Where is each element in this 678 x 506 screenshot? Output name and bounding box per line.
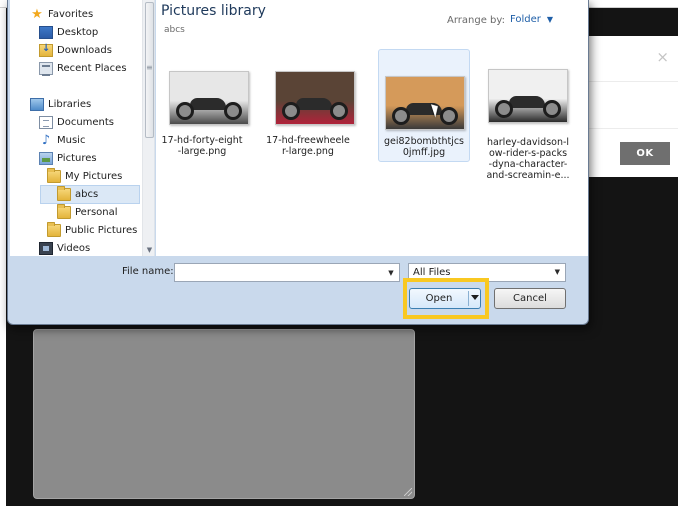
arrange-by-value: Folder (510, 14, 541, 25)
motorcycle-shape (509, 96, 545, 108)
modal-close-icon[interactable]: × (656, 48, 669, 66)
wheel-shape (495, 100, 513, 118)
scroll-down-icon[interactable]: ▼ (145, 245, 154, 255)
image-thumbnail (488, 69, 568, 123)
chevron-down-icon: ▼ (554, 268, 560, 276)
open-button-label: Open (425, 293, 453, 304)
nav-item-music[interactable]: ♪ Music (39, 132, 86, 149)
modal-divider (580, 81, 678, 82)
folder-icon (47, 168, 61, 183)
open-button[interactable]: Open (409, 288, 481, 309)
nav-item-label: Recent Places (57, 63, 127, 74)
folder-icon (57, 186, 71, 201)
arrange-by-dropdown[interactable]: Folder ▼ (510, 14, 553, 25)
wheel-shape (176, 102, 194, 120)
nav-item-label: abcs (75, 189, 99, 200)
nav-item-label: Pictures (57, 153, 97, 164)
desktop-icon (39, 26, 53, 39)
open-options-chevron-icon[interactable] (471, 295, 479, 300)
navigation-pane[interactable]: ★ Favorites Desktop Downloads Recent Pla… (10, 0, 155, 256)
nav-item-downloads[interactable]: Downloads (39, 42, 112, 59)
file-list-pane[interactable]: Pictures library abcs Arrange by: Folder… (156, 0, 588, 256)
wheel-shape (224, 102, 242, 120)
motorcycle-shape (296, 98, 332, 110)
videos-icon (39, 242, 53, 255)
music-icon: ♪ (41, 133, 51, 148)
libraries-icon (30, 98, 44, 111)
wheel-shape (282, 102, 300, 120)
file-name-input[interactable] (174, 263, 400, 282)
chevron-down-icon: ▼ (546, 15, 554, 24)
upload-textarea[interactable] (33, 329, 415, 499)
file-name-label: File name: (122, 266, 174, 277)
file-item[interactable]: 17-hd-freewheele r-large.png (262, 51, 355, 187)
folder-icon (57, 204, 71, 219)
nav-item-libraries[interactable]: Libraries (30, 96, 91, 113)
file-type-value: All Files (413, 267, 451, 278)
cancel-button[interactable]: Cancel (494, 288, 566, 309)
file-name: harley-davidson-l ow-rider-s-packs -dyna… (486, 137, 570, 181)
nav-scrollbar[interactable]: ▼ (142, 0, 154, 256)
split-divider (468, 291, 469, 306)
nav-item-desktop[interactable]: Desktop (39, 24, 98, 41)
chevron-down-icon[interactable]: ▼ (383, 264, 399, 281)
wheel-shape (392, 107, 410, 125)
wheel-shape (440, 107, 458, 125)
nav-item-label: Downloads (57, 45, 112, 56)
documents-icon (39, 116, 53, 129)
ok-button[interactable]: OK (620, 142, 670, 165)
nav-item-label: Public Pictures (65, 225, 138, 236)
nav-item-recent-places[interactable]: Recent Places (39, 60, 127, 77)
nav-item-label: My Pictures (65, 171, 123, 182)
wheel-shape (543, 100, 561, 118)
file-name: gei82bombthtjcs 0jmff.jpg (383, 136, 464, 158)
nav-item-pictures[interactable]: Pictures (39, 150, 97, 167)
nav-item-videos[interactable]: Videos (39, 240, 90, 256)
nav-item-label: Favorites (48, 9, 94, 20)
nav-item-my-pictures[interactable]: My Pictures (47, 168, 122, 185)
image-thumbnail (385, 76, 465, 130)
file-item[interactable]: 17-hd-forty-eight -large.png (156, 51, 249, 187)
pictures-icon (39, 152, 53, 165)
downloads-icon (39, 43, 53, 57)
library-subtitle: abcs (164, 25, 185, 35)
nav-item-public-pictures[interactable]: Public Pictures (47, 222, 137, 239)
file-item-selected[interactable]: gei82bombthtjcs 0jmff.jpg (378, 49, 470, 162)
file-name: 17-hd-forty-eight -large.png (161, 135, 243, 157)
nav-item-personal[interactable]: Personal (57, 204, 118, 221)
modal-divider (580, 128, 678, 129)
resize-grip-icon[interactable] (404, 488, 412, 496)
nav-item-label: Videos (57, 243, 91, 254)
file-open-dialog: ★ Favorites Desktop Downloads Recent Pla… (7, 0, 589, 325)
wheel-shape (330, 102, 348, 120)
image-thumbnail (275, 71, 355, 125)
folder-icon (47, 222, 61, 237)
nav-item-label: Personal (75, 207, 118, 218)
motorcycle-shape (190, 98, 226, 110)
nav-item-label: Documents (57, 117, 115, 128)
file-name: 17-hd-freewheele r-large.png (266, 135, 350, 157)
image-thumbnail (169, 71, 249, 125)
recent-places-icon (39, 62, 53, 76)
star-icon: ★ (31, 7, 43, 22)
background-modal: × OK (580, 36, 678, 177)
nav-item-favorites[interactable]: ★ Favorites (30, 6, 93, 23)
arrange-by-label: Arrange by: (447, 15, 505, 26)
file-item[interactable]: harley-davidson-l ow-rider-s-packs -dyna… (482, 51, 574, 187)
scrollbar-thumb[interactable] (145, 2, 154, 138)
nav-item-label: Libraries (48, 99, 92, 110)
library-title: Pictures library (161, 3, 266, 19)
nav-item-documents[interactable]: Documents (39, 114, 114, 131)
nav-item-abcs[interactable]: abcs (40, 185, 140, 204)
nav-item-label: Desktop (57, 27, 99, 38)
nav-item-label: Music (57, 135, 86, 146)
